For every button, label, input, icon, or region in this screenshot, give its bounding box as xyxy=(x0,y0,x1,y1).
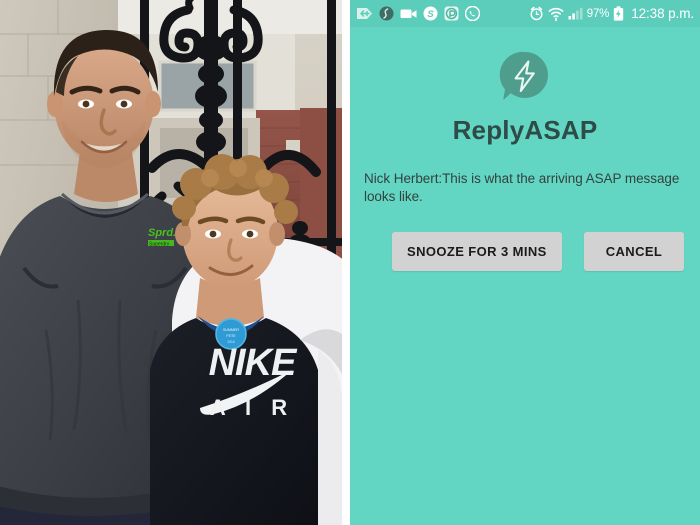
svg-text:FETE: FETE xyxy=(226,334,236,338)
svg-text:Sprd.: Sprd. xyxy=(148,227,176,239)
wifi-icon xyxy=(548,7,564,21)
status-bar-system-icons: 97% 12:38 p.m. xyxy=(529,6,694,21)
alarm-clock-icon xyxy=(530,6,543,21)
video-camera-icon xyxy=(400,9,417,18)
status-bar-clock: 12:38 p.m. xyxy=(631,6,694,21)
screenshot-root: Sprd. Superdry SUMMER FETE 2016 NIKE A I… xyxy=(0,0,700,525)
cellular-signal-icon xyxy=(568,7,583,20)
squiggle-circle-icon xyxy=(379,6,394,21)
app-tag-plus-icon xyxy=(357,8,372,19)
skype-icon: S xyxy=(423,6,438,21)
family-photo: Sprd. Superdry SUMMER FETE 2016 NIKE A I… xyxy=(0,0,342,525)
status-bar: S 97% 12:38 p.m. xyxy=(350,0,700,27)
cancel-button[interactable]: CANCEL xyxy=(583,232,685,272)
photo-panel: Sprd. Superdry SUMMER FETE 2016 NIKE A I… xyxy=(0,0,342,525)
replyasap-alert-dialog: ReplyASAP Nick Herbert:This is what the … xyxy=(350,27,700,525)
svg-text:Superdry: Superdry xyxy=(149,242,170,248)
phone-screenshot-panel: S 97% 12:38 p.m. ReplyASAP Nick Herbert:… xyxy=(350,0,700,525)
panel-divider xyxy=(342,0,350,525)
svg-text:SUMMER: SUMMER xyxy=(223,328,239,332)
whatsapp-icon xyxy=(465,6,480,21)
snooze-button[interactable]: SNOOZE FOR 3 MINS xyxy=(392,232,562,272)
replyasap-lightning-bubble-logo xyxy=(499,51,548,100)
dialog-message: Nick Herbert:This is what the arriving A… xyxy=(364,171,680,205)
pushbullet-icon xyxy=(444,6,459,21)
logo-wrapper xyxy=(350,49,700,103)
svg-text:S: S xyxy=(427,9,434,20)
battery-charging-icon xyxy=(614,6,624,21)
battery-percent-label: 97% xyxy=(586,7,610,20)
svg-text:A I R: A I R xyxy=(210,395,294,420)
svg-text:NIKE: NIKE xyxy=(209,342,298,384)
status-bar-notification-icons: S xyxy=(356,6,480,21)
dialog-title: ReplyASAP xyxy=(452,115,598,145)
dialog-button-row: SNOOZE FOR 3 MINS CANCEL xyxy=(392,232,700,272)
